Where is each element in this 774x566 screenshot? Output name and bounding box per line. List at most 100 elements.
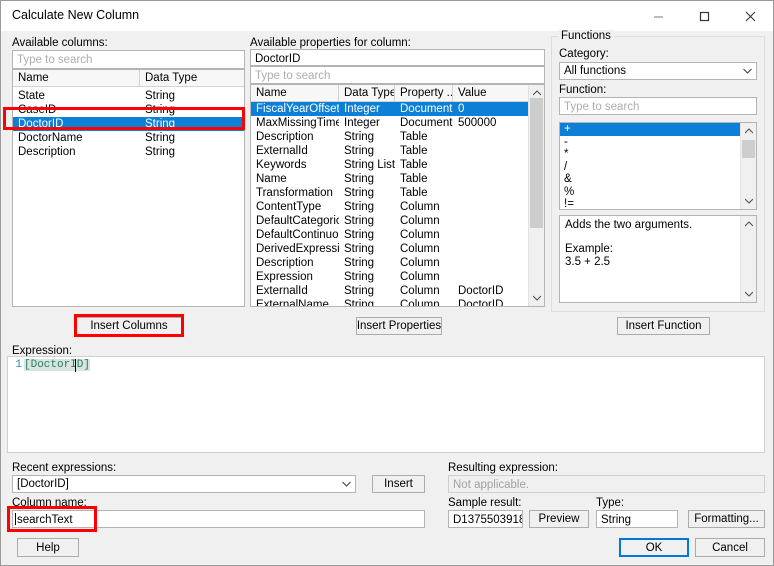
table-row[interactable]: DerivedExpression String Column: [251, 242, 544, 256]
table-row-selected[interactable]: DoctorID String: [13, 117, 244, 131]
row-type: Integer: [344, 117, 380, 129]
scroll-thumb[interactable]: [530, 98, 543, 228]
row-name: Description: [256, 257, 314, 269]
ok-button[interactable]: OK: [619, 538, 689, 557]
row-type: String: [145, 118, 176, 130]
row-name: ExternalName: [256, 299, 329, 307]
functions-list[interactable]: + - * / & % != ^: [559, 122, 757, 210]
available-columns-search-input[interactable]: Type to search: [12, 50, 245, 69]
function-item[interactable]: *: [560, 148, 756, 161]
row-name: DerivedExpression: [256, 243, 339, 255]
recent-expressions-select[interactable]: [DoctorID]: [12, 475, 356, 493]
available-columns-list[interactable]: Name Data Type State String CaseID Strin…: [12, 69, 245, 307]
sample-result-label: Sample result:: [448, 497, 522, 509]
category-label: Category:: [559, 48, 609, 60]
row-name: ContentType: [256, 201, 322, 213]
insert-properties-button[interactable]: Insert Properties: [356, 317, 442, 335]
row-value: 500000: [458, 117, 497, 129]
table-row[interactable]: Name String Table: [251, 172, 544, 186]
function-item[interactable]: &: [560, 173, 756, 186]
minimize-icon[interactable]: [635, 1, 681, 31]
row-type: String: [344, 257, 375, 269]
help-button[interactable]: Help: [17, 538, 79, 557]
scroll-down-icon[interactable]: [529, 290, 544, 306]
table-row[interactable]: DoctorName String: [13, 131, 244, 145]
available-properties-search-input[interactable]: Type to search: [250, 66, 545, 84]
function-description-box: Adds the two arguments. Example: 3.5 + 2…: [559, 215, 757, 303]
insert-columns-button[interactable]: Insert Columns: [75, 317, 183, 335]
row-scope: Table: [400, 187, 428, 199]
row-type: String: [344, 285, 375, 297]
functions-list-scrollbar[interactable]: [740, 123, 756, 209]
row-type: String: [145, 90, 176, 102]
expression-editor[interactable]: 1 [DoctorID]: [7, 356, 765, 453]
scroll-up-icon[interactable]: [741, 216, 756, 232]
category-select[interactable]: All functions: [559, 62, 757, 80]
row-type: String: [344, 229, 375, 241]
row-type: String: [344, 187, 375, 199]
properties-list-scrollbar[interactable]: [528, 85, 544, 306]
row-type: String: [344, 243, 375, 255]
table-row[interactable]: State String: [13, 89, 244, 103]
functions-rows: + - * / & % != ^: [560, 123, 756, 209]
function-item-selected[interactable]: +: [560, 123, 756, 136]
cancel-button[interactable]: Cancel: [695, 538, 765, 557]
description-line-3: Example:: [565, 243, 613, 255]
available-properties-list[interactable]: Name Data Type Property ... Value Fiscal…: [250, 84, 545, 307]
function-item[interactable]: %: [560, 186, 756, 199]
row-scope: Column: [400, 229, 440, 241]
scroll-down-icon[interactable]: [741, 193, 756, 209]
table-row[interactable]: ExternalId String Table: [251, 144, 544, 158]
row-name: ExternalId: [256, 285, 308, 297]
insert-recent-button[interactable]: Insert: [372, 475, 425, 493]
function-item[interactable]: !=: [560, 198, 756, 209]
table-row[interactable]: Expression String Column: [251, 270, 544, 284]
table-row[interactable]: Transformation String Table: [251, 186, 544, 200]
row-scope: Column: [400, 243, 440, 255]
function-search-input[interactable]: Type to search: [559, 97, 757, 115]
preview-button[interactable]: Preview: [529, 510, 589, 528]
window-title: Calculate New Column: [12, 8, 140, 22]
table-row[interactable]: Keywords String List Table: [251, 158, 544, 172]
insert-function-button[interactable]: Insert Function: [617, 317, 710, 335]
table-row-selected[interactable]: FiscalYearOffset Integer Document 0: [251, 102, 544, 116]
table-row[interactable]: Description String Table: [251, 130, 544, 144]
row-type: String: [344, 271, 375, 283]
table-row[interactable]: DefaultCategoric... String Column: [251, 214, 544, 228]
function-description: Adds the two arguments. Example: 3.5 + 2…: [560, 216, 756, 272]
available-properties-label: Available properties for column:: [250, 37, 411, 49]
available-columns-label: Available columns:: [12, 37, 108, 49]
table-row[interactable]: Description String Column: [251, 256, 544, 270]
row-scope: Column: [400, 257, 440, 269]
function-item[interactable]: -: [560, 136, 756, 149]
maximize-icon[interactable]: [681, 1, 727, 31]
description-line-1: Adds the two arguments.: [565, 219, 693, 231]
row-name: Name: [256, 173, 287, 185]
column-name-input[interactable]: searchText: [12, 510, 425, 528]
function-item[interactable]: /: [560, 161, 756, 174]
row-value: 0: [458, 103, 465, 115]
row-scope: Column: [400, 215, 440, 227]
scroll-up-icon[interactable]: [741, 123, 756, 139]
close-icon[interactable]: [727, 1, 773, 31]
row-name: DefaultContinuo...: [256, 229, 339, 241]
chevron-down-icon[interactable]: [338, 476, 355, 492]
description-scrollbar[interactable]: [740, 216, 756, 302]
table-row[interactable]: DefaultContinuo... String Column: [251, 228, 544, 242]
scroll-thumb[interactable]: [742, 140, 755, 158]
table-row[interactable]: MaxMissingTime... Integer Document 50000…: [251, 116, 544, 130]
row-value: [453, 172, 529, 186]
table-row[interactable]: ExternalId String Column DoctorID: [251, 284, 544, 298]
resulting-expression-value: Not applicable.: [448, 475, 765, 493]
table-row[interactable]: Description String: [13, 145, 244, 159]
chevron-down-icon[interactable]: [739, 63, 756, 79]
row-name: Expression: [256, 271, 313, 283]
formatting-button[interactable]: Formatting...: [688, 510, 765, 528]
row-value: [453, 214, 529, 228]
text-caret: [75, 359, 76, 372]
table-row[interactable]: CaseID String: [13, 103, 244, 117]
table-row[interactable]: ContentType String Column: [251, 200, 544, 214]
scroll-down-icon[interactable]: [741, 286, 756, 302]
table-row[interactable]: ExternalName String Column DoctorID: [251, 298, 544, 307]
